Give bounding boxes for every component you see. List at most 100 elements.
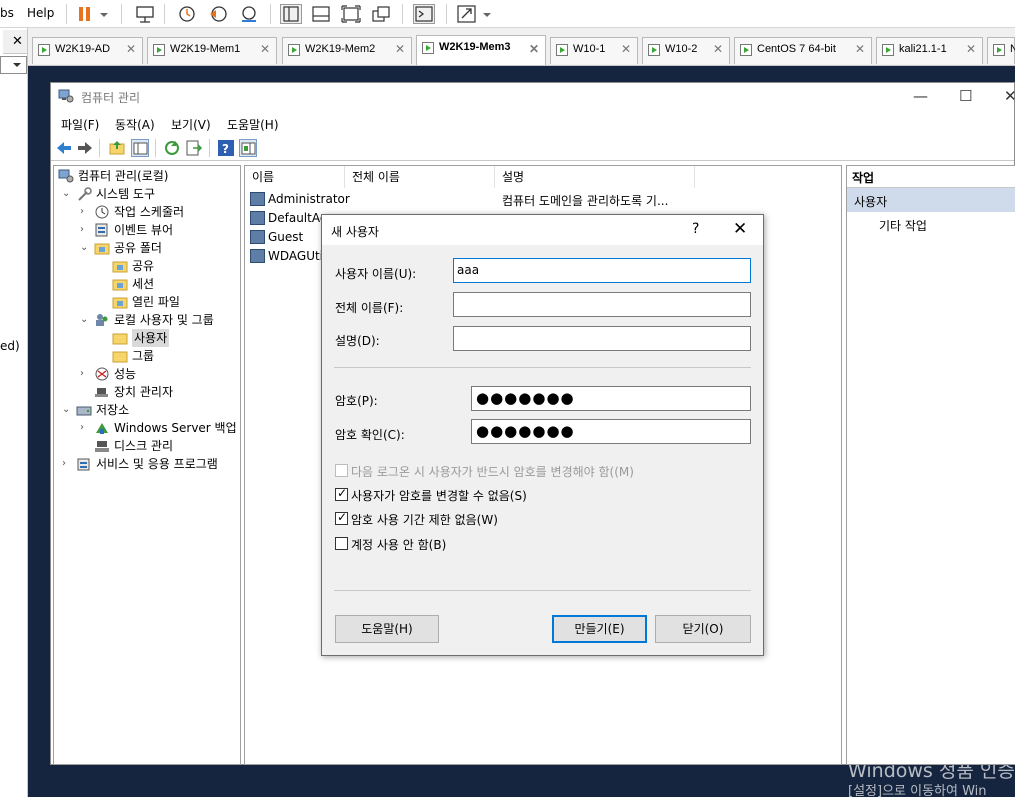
checkbox-box[interactable] xyxy=(335,510,348,525)
tree-device-manager[interactable]: 장치 관리자 xyxy=(80,383,230,401)
menu-help[interactable]: Help xyxy=(27,6,54,20)
tab-w2k19-mem3[interactable]: W2K19-Mem3 ✕ xyxy=(416,35,546,65)
tree-system-tools[interactable]: ⌄ 시스템 도구 xyxy=(62,185,232,203)
dialog-help-button[interactable]: ? xyxy=(692,221,699,237)
tree-windows-server-backup[interactable]: › Windows Server 백업 xyxy=(80,419,238,437)
chevron-down-icon[interactable]: ⌄ xyxy=(62,401,72,419)
menu-action[interactable]: 동작(A) xyxy=(115,116,155,133)
tab-close-icon[interactable]: ✕ xyxy=(126,42,136,56)
tree-sessions[interactable]: 세션 xyxy=(98,275,228,293)
show-action-pane-icon[interactable] xyxy=(239,139,257,157)
tree-performance[interactable]: › 성능 xyxy=(80,365,230,383)
tab-centos[interactable]: CentOS 7 64-bit ✕ xyxy=(734,37,872,64)
back-arrow-icon[interactable] xyxy=(55,139,73,157)
tab-w10-1[interactable]: W10-1 ✕ xyxy=(550,37,638,64)
send-ctrl-alt-del-icon[interactable] xyxy=(134,4,156,24)
tab-close-icon[interactable]: ✕ xyxy=(966,42,976,56)
library-item-partial[interactable]: ed) xyxy=(0,339,20,353)
console-view-icon[interactable] xyxy=(413,4,435,24)
tab-label: W10-2 xyxy=(665,43,698,55)
column-header-fullname[interactable]: 전체 이름 xyxy=(345,166,495,188)
tab-label: N xyxy=(1010,43,1015,55)
tab-close-icon[interactable]: ✕ xyxy=(529,42,539,56)
vm-icon xyxy=(38,44,50,56)
column-header-name[interactable]: 이름 xyxy=(245,166,345,188)
password-field[interactable]: ●●●●●●● xyxy=(471,386,751,411)
chevron-right-icon[interactable]: › xyxy=(80,221,90,239)
tree-task-scheduler[interactable]: › 작업 스케줄러 xyxy=(80,203,230,221)
show-library-icon[interactable] xyxy=(280,4,302,24)
help-icon[interactable]: ? xyxy=(217,139,235,157)
refresh-icon[interactable] xyxy=(163,139,181,157)
thumbnail-bar-icon[interactable] xyxy=(310,4,332,24)
up-folder-icon[interactable] xyxy=(108,139,126,157)
chevron-down-icon[interactable]: ⌄ xyxy=(80,311,90,329)
computer-management-icon xyxy=(58,89,74,103)
tree-local-users-groups[interactable]: ⌄ 로컬 사용자 및 그룹 xyxy=(80,311,238,329)
column-header-description[interactable]: 설명 xyxy=(495,166,695,188)
library-close-icon[interactable]: ✕ xyxy=(12,34,23,49)
stretch-guest-icon[interactable] xyxy=(456,4,478,24)
export-list-icon[interactable] xyxy=(185,139,203,157)
tab-close-icon[interactable]: ✕ xyxy=(621,42,631,56)
tab-w2k19-ad[interactable]: W2K19-AD ✕ xyxy=(32,37,143,64)
close-window-button[interactable]: ✕ xyxy=(1004,87,1015,105)
help-button[interactable]: 도움말(H) xyxy=(335,615,439,643)
checkbox-box[interactable] xyxy=(335,486,348,501)
tree-groups[interactable]: 그룹 xyxy=(98,347,228,365)
tree-shares[interactable]: 공유 xyxy=(98,257,228,275)
menu-view[interactable]: 보기(V) xyxy=(171,116,211,133)
tree-computer-management[interactable]: 컴퓨터 관리(로컬) xyxy=(56,167,236,185)
menu-help[interactable]: 도움말(H) xyxy=(227,116,279,133)
window-titlebar[interactable]: 컴퓨터 관리 — ☐ ✕ xyxy=(51,83,1015,111)
chevron-right-icon[interactable]: › xyxy=(80,365,90,383)
forward-arrow-icon[interactable] xyxy=(76,139,94,157)
username-field[interactable]: aaa xyxy=(453,258,751,283)
maximize-button[interactable]: ☐ xyxy=(959,87,972,105)
library-search-dropdown[interactable] xyxy=(0,56,27,74)
confirm-password-field[interactable]: ●●●●●●● xyxy=(471,419,751,444)
close-button[interactable]: 닫기(O) xyxy=(655,615,751,643)
tab-close-icon[interactable]: ✕ xyxy=(395,42,405,56)
chevron-right-icon[interactable]: › xyxy=(80,203,90,221)
tab-close-icon[interactable]: ✕ xyxy=(713,42,723,56)
chevron-right-icon[interactable]: › xyxy=(80,419,90,437)
show-hide-tree-icon[interactable] xyxy=(131,139,149,157)
power-dropdown-icon[interactable] xyxy=(97,4,111,24)
tree-services-applications[interactable]: › 서비스 및 응용 프로그램 xyxy=(62,455,240,473)
pause-icon[interactable] xyxy=(74,4,96,24)
actions-users-section[interactable]: 사용자 xyxy=(847,188,1015,212)
tab-close-icon[interactable]: ✕ xyxy=(855,42,865,56)
tab-close-icon[interactable]: ✕ xyxy=(260,42,270,56)
unity-icon[interactable] xyxy=(370,4,392,24)
chevron-down-icon[interactable]: ⌄ xyxy=(62,185,72,203)
checkbox-box[interactable] xyxy=(335,537,348,550)
chevron-down-icon[interactable]: ⌄ xyxy=(80,239,90,257)
actions-more-link[interactable]: 기타 작업 xyxy=(879,217,927,234)
tree-open-files[interactable]: 열린 파일 xyxy=(98,293,228,311)
dialog-close-button[interactable]: ✕ xyxy=(733,219,747,239)
tree-storage[interactable]: ⌄ 저장소 xyxy=(62,401,232,419)
tab-partial[interactable]: N xyxy=(987,37,1015,64)
fullscreen-icon[interactable] xyxy=(340,4,362,24)
tab-w2k19-mem2[interactable]: W2K19-Mem2 ✕ xyxy=(282,37,412,64)
snapshot-manager-icon[interactable] xyxy=(238,4,260,24)
revert-snapshot-icon[interactable] xyxy=(207,4,229,24)
tree-shared-folders[interactable]: ⌄ 공유 폴더 xyxy=(80,239,230,257)
fullname-field[interactable] xyxy=(453,292,751,317)
menu-partial-tabs[interactable]: bs xyxy=(0,6,14,20)
tree-disk-management[interactable]: 디스크 관리 xyxy=(80,437,230,455)
tree-event-viewer[interactable]: › 이벤트 뷰어 xyxy=(80,221,230,239)
dialog-titlebar[interactable]: 새 사용자 ? ✕ xyxy=(322,215,763,245)
tree-users[interactable]: 사용자 xyxy=(98,329,228,347)
create-button[interactable]: 만들기(E) xyxy=(552,615,647,643)
minimize-button[interactable]: — xyxy=(913,87,928,105)
tab-w10-2[interactable]: W10-2 ✕ xyxy=(642,37,730,64)
snapshot-icon[interactable] xyxy=(176,4,198,24)
tab-kali[interactable]: kali21.1-1 ✕ xyxy=(876,37,983,64)
menu-file[interactable]: 파일(F) xyxy=(61,116,99,133)
tab-w2k19-mem1[interactable]: W2K19-Mem1 ✕ xyxy=(147,37,277,64)
stretch-dropdown-icon[interactable] xyxy=(480,4,494,24)
chevron-right-icon[interactable]: › xyxy=(62,455,72,473)
description-field[interactable] xyxy=(453,326,751,351)
